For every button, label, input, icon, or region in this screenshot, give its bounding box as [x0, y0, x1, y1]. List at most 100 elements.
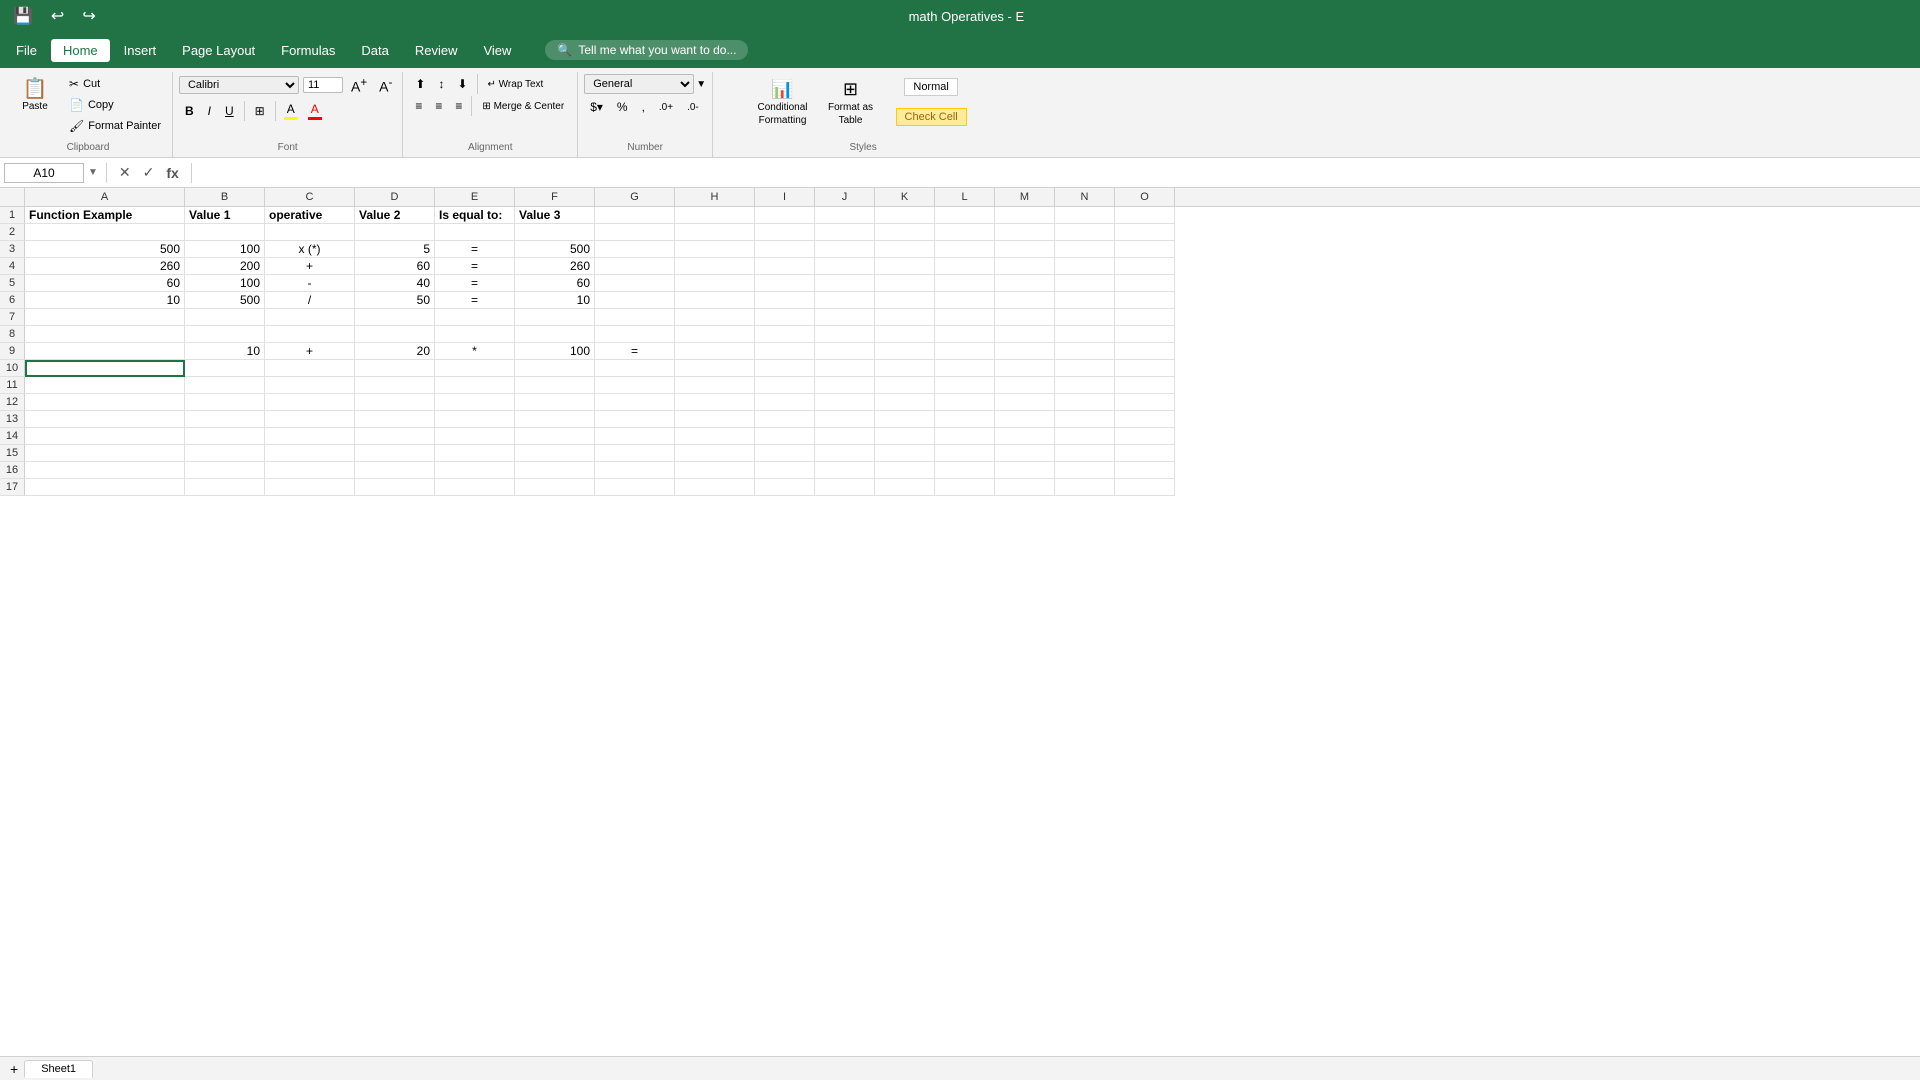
cell-L15[interactable] [935, 445, 995, 462]
font-shrink-button[interactable]: A- [375, 74, 396, 97]
cell-O6[interactable] [1115, 292, 1175, 309]
cell-C6[interactable]: / [265, 292, 355, 309]
cell-H14[interactable] [675, 428, 755, 445]
cell-M11[interactable] [995, 377, 1055, 394]
italic-button[interactable]: I [202, 101, 217, 121]
cell-O12[interactable] [1115, 394, 1175, 411]
cell-N1[interactable] [1055, 207, 1115, 224]
cell-B7[interactable] [185, 309, 265, 326]
cell-L8[interactable] [935, 326, 995, 343]
cell-C17[interactable] [265, 479, 355, 496]
cell-D5[interactable]: 40 [355, 275, 435, 292]
cell-A7[interactable] [25, 309, 185, 326]
cell-I12[interactable] [755, 394, 815, 411]
cell-F16[interactable] [515, 462, 595, 479]
cell-B15[interactable] [185, 445, 265, 462]
cell-K9[interactable] [875, 343, 935, 360]
cell-K15[interactable] [875, 445, 935, 462]
cell-H17[interactable] [675, 479, 755, 496]
cell-H9[interactable] [675, 343, 755, 360]
expand-icon[interactable]: ▼ [88, 167, 98, 178]
cell-A13[interactable] [25, 411, 185, 428]
cell-B14[interactable] [185, 428, 265, 445]
cut-button[interactable]: ✂ Cut [64, 74, 166, 94]
cell-M9[interactable] [995, 343, 1055, 360]
cell-A4[interactable]: 260 [25, 258, 185, 275]
menu-review[interactable]: Review [403, 39, 470, 62]
normal-style-button[interactable]: Normal [887, 74, 976, 100]
cell-H4[interactable] [675, 258, 755, 275]
cell-M4[interactable] [995, 258, 1055, 275]
align-left-button[interactable]: ≡ [409, 96, 428, 116]
cell-G3[interactable] [595, 241, 675, 258]
cell-O15[interactable] [1115, 445, 1175, 462]
cell-D8[interactable] [355, 326, 435, 343]
cell-K3[interactable] [875, 241, 935, 258]
cell-O16[interactable] [1115, 462, 1175, 479]
cell-A2[interactable] [25, 224, 185, 241]
cell-B11[interactable] [185, 377, 265, 394]
cell-K11[interactable] [875, 377, 935, 394]
cell-G10[interactable] [595, 360, 675, 377]
cell-B6[interactable]: 500 [185, 292, 265, 309]
cell-M6[interactable] [995, 292, 1055, 309]
cell-M16[interactable] [995, 462, 1055, 479]
cell-G14[interactable] [595, 428, 675, 445]
cell-A8[interactable] [25, 326, 185, 343]
cell-D4[interactable]: 60 [355, 258, 435, 275]
font-grow-button[interactable]: A+ [347, 74, 371, 97]
cell-C10[interactable] [265, 360, 355, 377]
row-number-6[interactable]: 6 [0, 292, 25, 309]
cell-H1[interactable] [675, 207, 755, 224]
cell-I7[interactable] [755, 309, 815, 326]
cell-A10[interactable] [25, 360, 185, 377]
cell-F1[interactable]: Value 3 [515, 207, 595, 224]
cell-L10[interactable] [935, 360, 995, 377]
cell-G2[interactable] [595, 224, 675, 241]
cell-J6[interactable] [815, 292, 875, 309]
cell-O11[interactable] [1115, 377, 1175, 394]
cell-D1[interactable]: Value 2 [355, 207, 435, 224]
cell-K12[interactable] [875, 394, 935, 411]
col-header-a[interactable]: A [25, 188, 185, 206]
cell-G13[interactable] [595, 411, 675, 428]
cell-G5[interactable] [595, 275, 675, 292]
cell-A1[interactable]: Function Example [25, 207, 185, 224]
percent-button[interactable]: % [611, 97, 634, 117]
cell-B3[interactable]: 100 [185, 241, 265, 258]
decimal-inc-button[interactable]: .0+ [653, 99, 679, 116]
cell-B4[interactable]: 200 [185, 258, 265, 275]
cell-N14[interactable] [1055, 428, 1115, 445]
cell-F3[interactable]: 500 [515, 241, 595, 258]
cell-F6[interactable]: 10 [515, 292, 595, 309]
cell-C5[interactable]: - [265, 275, 355, 292]
cell-G12[interactable] [595, 394, 675, 411]
cell-K4[interactable] [875, 258, 935, 275]
cell-O17[interactable] [1115, 479, 1175, 496]
cell-C15[interactable] [265, 445, 355, 462]
cell-O9[interactable] [1115, 343, 1175, 360]
row-number-8[interactable]: 8 [0, 326, 25, 343]
cell-I14[interactable] [755, 428, 815, 445]
cell-E9[interactable]: * [435, 343, 515, 360]
cell-I3[interactable] [755, 241, 815, 258]
cell-O7[interactable] [1115, 309, 1175, 326]
save-button[interactable]: 💾 [8, 4, 38, 28]
merge-center-button[interactable]: ⊞ Merge & Center [475, 98, 571, 115]
cell-K5[interactable] [875, 275, 935, 292]
row-number-10[interactable]: 10 [0, 360, 25, 377]
cell-M3[interactable] [995, 241, 1055, 258]
cell-D10[interactable] [355, 360, 435, 377]
menu-formulas[interactable]: Formulas [269, 39, 347, 62]
cell-F14[interactable] [515, 428, 595, 445]
cell-M14[interactable] [995, 428, 1055, 445]
underline-button[interactable]: U [219, 101, 240, 121]
col-header-m[interactable]: M [995, 188, 1055, 206]
name-box[interactable] [4, 163, 84, 183]
cell-G15[interactable] [595, 445, 675, 462]
cell-H5[interactable] [675, 275, 755, 292]
cell-G17[interactable] [595, 479, 675, 496]
border-button[interactable]: ⊞ [249, 101, 271, 121]
cell-I8[interactable] [755, 326, 815, 343]
cell-F17[interactable] [515, 479, 595, 496]
